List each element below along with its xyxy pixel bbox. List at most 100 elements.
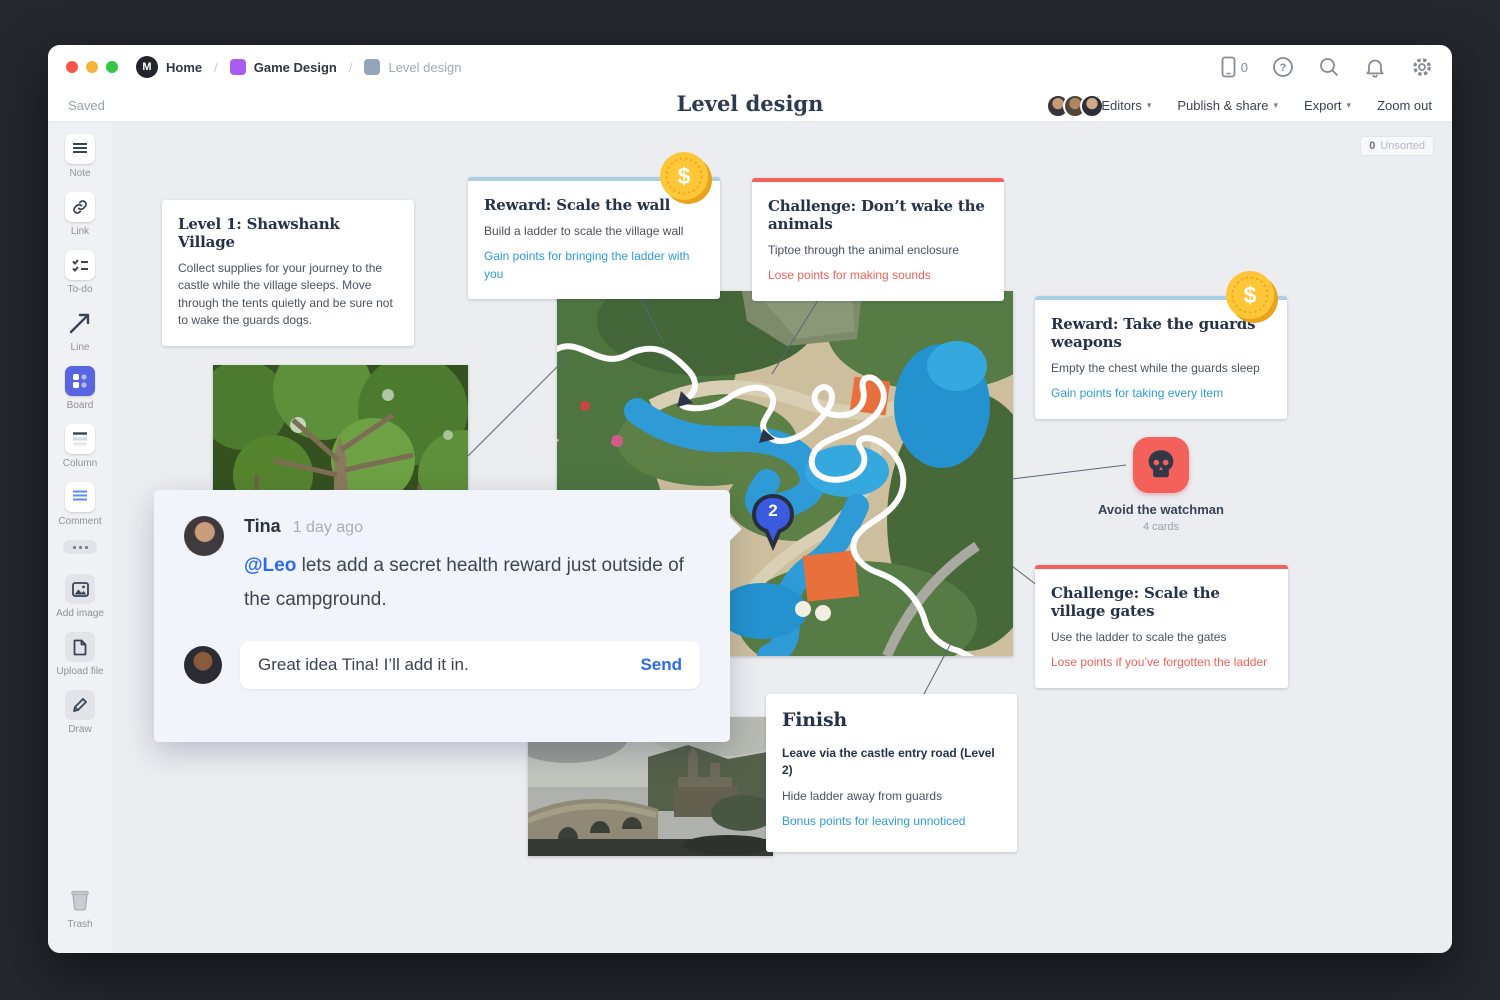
zoom-out-label: Zoom out	[1377, 98, 1432, 113]
card-title: Level 1: Shawshank Village	[178, 215, 398, 251]
tool-todo[interactable]: To-do	[65, 250, 95, 295]
card-bonus-text: Gain points for bringing the ladder with…	[484, 248, 704, 283]
tool-comment[interactable]: Comment	[58, 482, 101, 527]
close-window-button[interactable]	[66, 61, 78, 73]
topbar: M Home / Game Design / Level design 0 ?	[48, 45, 1452, 122]
column-icon	[65, 424, 95, 454]
tool-label: Column	[63, 458, 97, 469]
mention-link[interactable]: @Leo	[244, 555, 296, 576]
maximize-window-button[interactable]	[106, 61, 118, 73]
board-color-icon	[364, 59, 380, 75]
comment-popup[interactable]: Tina 1 day ago @Leo lets add a secret he…	[154, 490, 730, 742]
app-logo[interactable]: M	[136, 56, 158, 78]
link-icon	[65, 192, 95, 222]
help-button[interactable]: ?	[1272, 56, 1294, 78]
sub-board-meta: 4 cards	[1051, 521, 1271, 533]
comment-author: Tina	[244, 516, 281, 537]
editors-label: Editors	[1101, 98, 1141, 113]
coin-icon: $	[1224, 269, 1280, 330]
export-label: Export	[1304, 98, 1342, 113]
chevron-down-icon: ▾	[1347, 100, 1352, 111]
breadcrumb-separator: /	[214, 60, 218, 75]
sub-board-caption[interactable]: Avoid the watchman 4 cards	[1051, 502, 1271, 533]
card-title: Challenge: Scale the village gates	[1051, 584, 1272, 620]
tool-link[interactable]: Link	[65, 192, 95, 237]
note-icon	[65, 134, 95, 164]
phone-icon	[1221, 56, 1236, 78]
tool-label: Note	[69, 168, 90, 179]
mobile-sync-button[interactable]: 0	[1221, 56, 1248, 78]
chevron-down-icon: ▾	[1147, 100, 1152, 111]
breadcrumb-project[interactable]: Game Design	[254, 60, 337, 75]
window-controls[interactable]	[66, 61, 118, 73]
add-image-icon	[65, 574, 95, 604]
tool-label: Draw	[68, 724, 91, 735]
draw-icon	[65, 690, 95, 720]
tool-label: Board	[67, 400, 94, 411]
reply-text: Great idea Tina! I’ll add it in.	[258, 655, 640, 675]
avatar	[184, 516, 224, 556]
tool-column[interactable]: Column	[63, 424, 97, 469]
card-penalty-text: Lose points for making sounds	[768, 267, 988, 284]
sub-board-title: Avoid the watchman	[1051, 502, 1271, 517]
card-body: Tiptoe through the animal enclosure	[768, 242, 988, 259]
mobile-count: 0	[1241, 60, 1248, 75]
minimize-window-button[interactable]	[86, 61, 98, 73]
breadcrumb-separator: /	[349, 60, 353, 75]
editors-menu[interactable]: Editors ▾	[1046, 94, 1151, 118]
card-body: Collect supplies for your journey to the…	[178, 260, 398, 330]
tool-note[interactable]: Note	[65, 134, 95, 179]
note-card-challenge-animals[interactable]: Challenge: Don’t wake the animals Tiptoe…	[752, 178, 1004, 301]
card-body: Hide ladder away from guards	[782, 788, 1001, 805]
tool-trash[interactable]: Trash	[65, 885, 95, 930]
card-body: Empty the chest while the guards sleep	[1051, 360, 1271, 377]
svg-text:?: ?	[1280, 62, 1287, 74]
search-icon	[1318, 56, 1340, 78]
notifications-button[interactable]	[1364, 56, 1386, 78]
line-icon	[65, 308, 95, 338]
card-bonus-text: Gain points for taking every item	[1051, 385, 1271, 402]
reply-input[interactable]: Great idea Tina! I’ll add it in. Send	[240, 641, 700, 689]
unsorted-count: 0	[1369, 140, 1375, 152]
svg-text:$: $	[678, 163, 691, 189]
tool-label: To-do	[67, 284, 92, 295]
coin-icon: $	[658, 150, 714, 211]
unsorted-label: Unsorted	[1380, 140, 1425, 152]
tool-label: Add image	[56, 608, 104, 619]
publish-label: Publish & share	[1177, 98, 1268, 113]
avatar	[184, 646, 222, 684]
trash-icon	[65, 885, 95, 915]
unsorted-badge[interactable]: 0 Unsorted	[1360, 136, 1434, 156]
help-icon: ?	[1272, 56, 1294, 78]
save-status: Saved	[68, 98, 105, 113]
breadcrumb-board[interactable]: Level design	[388, 60, 461, 75]
map-pin-2[interactable]: 2	[751, 494, 795, 557]
note-card-finish[interactable]: Finish Leave via the castle entry road (…	[766, 694, 1017, 852]
breadcrumb-home[interactable]: Home	[166, 60, 202, 75]
send-button[interactable]: Send	[640, 655, 682, 675]
comment-icon	[65, 482, 95, 512]
settings-button[interactable]	[1410, 55, 1434, 79]
note-card-challenge-gates[interactable]: Challenge: Scale the village gates Use t…	[1035, 565, 1288, 688]
chevron-down-icon: ▾	[1273, 100, 1278, 111]
sub-board-watchman[interactable]	[1133, 437, 1189, 493]
note-card-level1[interactable]: Level 1: Shawshank Village Collect suppl…	[162, 200, 414, 346]
tool-label: Upload file	[56, 666, 103, 677]
tool-upload-file[interactable]: Upload file	[56, 632, 103, 677]
card-title: Challenge: Don’t wake the animals	[768, 197, 988, 233]
search-button[interactable]	[1318, 56, 1340, 78]
breadcrumb: M Home / Game Design / Level design	[136, 56, 461, 78]
tool-add-image[interactable]: Add image	[56, 574, 104, 619]
card-line-bold: Leave via the castle entry road (Level 2…	[782, 745, 1001, 780]
tool-line[interactable]: Line	[65, 308, 95, 353]
more-tools-button[interactable]	[63, 540, 97, 554]
tool-label: Comment	[58, 516, 101, 527]
zoom-out-button[interactable]: Zoom out	[1377, 98, 1432, 113]
tool-draw[interactable]: Draw	[65, 690, 95, 735]
publish-share-menu[interactable]: Publish & share ▾	[1177, 98, 1278, 113]
page-title: Level design	[677, 91, 824, 116]
board-canvas[interactable]: Level 1: Shawshank Village Collect suppl…	[112, 122, 1452, 953]
tool-board[interactable]: Board	[65, 366, 95, 411]
export-menu[interactable]: Export ▾	[1304, 98, 1351, 113]
upload-file-icon	[65, 632, 95, 662]
